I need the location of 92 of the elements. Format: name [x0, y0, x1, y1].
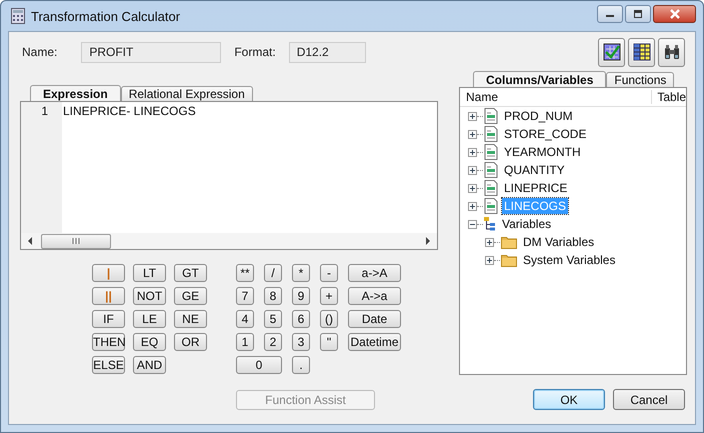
tab[interactable]: Expression — [30, 85, 121, 101]
operator-key[interactable]: ELSE — [92, 356, 125, 374]
format-field[interactable]: D12.2 — [288, 42, 366, 62]
calculator-key[interactable]: 9 — [292, 287, 310, 305]
calculator-key[interactable]: '' — [320, 333, 338, 351]
tab[interactable]: Functions — [606, 72, 674, 87]
column-icon — [484, 108, 498, 124]
tab[interactable]: Columns/Variables — [473, 71, 606, 87]
operator-key[interactable]: NE — [174, 310, 207, 328]
window-title: Transformation Calculator — [31, 8, 180, 24]
line-number: 1 — [40, 104, 48, 119]
tree-item[interactable]: PROD_NUM — [502, 108, 575, 124]
calculator-key[interactable]: 6 — [292, 310, 310, 328]
tree-item[interactable]: DM Variables — [521, 234, 596, 250]
calculator-key[interactable]: - — [320, 264, 338, 282]
tree-item[interactable]: QUANTITY — [502, 162, 567, 178]
operator-key[interactable]: OR — [174, 333, 207, 351]
folder-icon — [501, 253, 517, 267]
calculator-icon — [11, 8, 25, 24]
expand-icon[interactable] — [485, 238, 494, 246]
column-header[interactable]: Name — [466, 90, 498, 104]
folder-icon — [501, 235, 517, 249]
operator-key[interactable]: GE — [174, 287, 207, 305]
column-icon — [484, 198, 498, 214]
hierarchy-icon — [484, 217, 496, 231]
operator-key[interactable]: NOT — [133, 287, 166, 305]
scroll-right-icon[interactable] — [425, 237, 431, 245]
operator-key[interactable]: GT — [174, 264, 207, 282]
operator-key[interactable]: LE — [133, 310, 166, 328]
column-icon — [484, 126, 498, 142]
maximize-button[interactable] — [625, 5, 651, 23]
calculator-key[interactable]: 4 — [236, 310, 254, 328]
calculator-key[interactable]: ** — [236, 264, 254, 282]
table-grid-icon — [632, 43, 650, 61]
close-button[interactable] — [653, 5, 696, 23]
maximize-icon — [633, 10, 643, 18]
operator-key[interactable]: EQ — [133, 333, 166, 351]
tree-item[interactable]: LINEPRICE — [502, 180, 570, 196]
calculator-key[interactable]: 8 — [264, 287, 282, 305]
calculator-key[interactable]: 3 — [292, 333, 310, 351]
calculator-key[interactable]: 5 — [264, 310, 282, 328]
expand-icon[interactable] — [468, 112, 477, 120]
tree-item[interactable]: YEARMONTH — [502, 144, 583, 160]
calculator-key[interactable]: 7 — [236, 287, 254, 305]
calculator-key[interactable]: a->A — [348, 264, 401, 282]
column-icon — [484, 180, 498, 196]
calculator-key[interactable]: * — [292, 264, 310, 282]
operator-key[interactable]: LT — [133, 264, 166, 282]
calculator-key[interactable]: A->a — [348, 287, 401, 305]
tree-item[interactable]: System Variables — [521, 252, 618, 268]
minimize-button[interactable] — [597, 5, 623, 23]
check-grid-icon — [602, 43, 620, 61]
validate-button[interactable] — [598, 38, 625, 66]
expand-icon[interactable] — [468, 148, 477, 156]
calculator-key[interactable]: Datetime — [348, 333, 401, 351]
scroll-left-icon[interactable] — [27, 237, 33, 245]
expand-icon[interactable] — [468, 202, 477, 210]
operator-key[interactable]: IF — [92, 310, 125, 328]
expand-icon[interactable] — [468, 184, 477, 192]
expand-icon[interactable] — [485, 256, 494, 264]
calculator-key[interactable]: Date — [348, 310, 401, 328]
tree-item[interactable]: STORE_CODE — [502, 126, 588, 142]
dialog-button[interactable]: OK — [533, 389, 605, 410]
tab[interactable]: Relational Expression — [120, 86, 253, 101]
horizontal-scrollbar[interactable] — [21, 233, 437, 249]
expression-editor[interactable]: 1 LINEPRICE- LINECOGS — [20, 101, 438, 250]
calculator-key[interactable]: . — [292, 356, 310, 374]
expand-icon[interactable] — [468, 166, 477, 174]
operator-key[interactable]: AND — [133, 356, 166, 374]
columns-button[interactable] — [628, 38, 655, 66]
close-icon — [668, 9, 680, 19]
calculator-key[interactable]: / — [264, 264, 282, 282]
format-label: Format: — [234, 45, 276, 59]
name-label: Name: — [22, 45, 58, 59]
find-button[interactable] — [658, 38, 685, 66]
collapse-icon[interactable] — [468, 220, 477, 228]
calculator-key[interactable]: 0 — [236, 356, 282, 374]
tree-item[interactable]: Variables — [500, 216, 554, 232]
dialog-button[interactable]: Cancel — [613, 389, 685, 410]
column-icon — [484, 162, 498, 178]
calculator-key[interactable]: 1 — [236, 333, 254, 351]
grip-icon — [72, 238, 80, 244]
calculator-key[interactable]: 2 — [264, 333, 282, 351]
operator-key[interactable]: THEN — [92, 333, 125, 351]
calculator-key[interactable]: () — [320, 310, 338, 328]
binoculars-icon — [662, 43, 680, 61]
name-field[interactable]: PROFIT — [81, 42, 222, 62]
column-icon — [484, 144, 498, 160]
code-line: LINEPRICE- LINECOGS — [63, 104, 196, 118]
column-header[interactable]: Table — [651, 90, 686, 104]
calculator-key[interactable]: + — [320, 287, 338, 305]
expand-icon[interactable] — [468, 130, 477, 138]
